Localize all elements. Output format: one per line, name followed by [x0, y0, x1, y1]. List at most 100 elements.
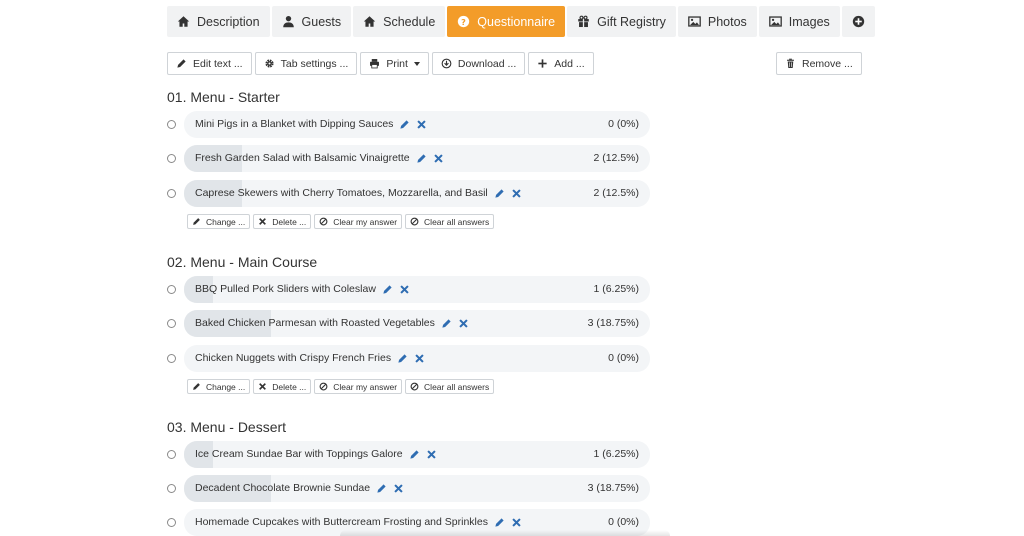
- answer-count: 1 (6.25%): [593, 448, 639, 460]
- clear-all-answers-button[interactable]: Clear all answers: [405, 379, 495, 394]
- plus-icon: [537, 58, 548, 69]
- answer-count: 2 (12.5%): [593, 152, 639, 164]
- gear-icon: [264, 58, 275, 69]
- add-button[interactable]: Add ...: [528, 52, 594, 75]
- close-icon: [258, 217, 267, 226]
- question-actions: Change ... Delete ... Clear my answer Cl…: [187, 379, 497, 394]
- delete-x-icon[interactable]: [414, 353, 425, 364]
- answer-radio[interactable]: [167, 285, 176, 294]
- chevron-down-icon: [413, 61, 420, 66]
- trash-icon: [785, 58, 796, 69]
- download-button[interactable]: Download ...: [431, 52, 526, 75]
- ban-icon: [410, 217, 419, 226]
- clear-all-answers-button[interactable]: Clear all answers: [405, 214, 495, 229]
- button-label: Add ...: [554, 57, 585, 70]
- answer-option-bar[interactable]: Baked Chicken Parmesan with Roasted Vege…: [184, 310, 650, 337]
- tab-questionnaire[interactable]: ? Questionnaire: [447, 6, 566, 37]
- answer-label: Mini Pigs in a Blanket with Dipping Sauc…: [195, 118, 394, 130]
- answer-option-bar[interactable]: Mini Pigs in a Blanket with Dipping Sauc…: [184, 111, 650, 138]
- button-label: Delete ...: [272, 381, 307, 392]
- edit-pencil-icon[interactable]: [494, 517, 505, 528]
- tab-label: Photos: [707, 14, 747, 29]
- delete-x-icon[interactable]: [416, 119, 427, 130]
- button-label: Clear my answer: [333, 216, 398, 227]
- tab-add[interactable]: [841, 6, 875, 37]
- answer-option-bar[interactable]: Caprese Skewers with Cherry Tomatoes, Mo…: [184, 180, 650, 207]
- pencil-icon: [192, 382, 201, 391]
- delete-x-icon[interactable]: [511, 188, 522, 199]
- answer-label: Ice Cream Sundae Bar with Toppings Galor…: [195, 448, 403, 460]
- edit-pencil-icon[interactable]: [382, 284, 393, 295]
- answer-count: 0 (0%): [608, 352, 639, 364]
- button-label: Tab settings ...: [280, 57, 349, 70]
- button-label: Remove ...: [802, 57, 853, 70]
- clear-my-answer-button[interactable]: Clear my answer: [314, 214, 403, 229]
- question-title: 02. Menu - Main Course: [167, 254, 318, 270]
- answer-radio[interactable]: [167, 189, 176, 198]
- button-label: Print: [386, 57, 408, 70]
- clear-my-answer-button[interactable]: Clear my answer: [314, 379, 403, 394]
- print-button[interactable]: Print: [360, 52, 429, 75]
- delete-button[interactable]: Delete ...: [253, 214, 312, 229]
- delete-x-icon[interactable]: [511, 517, 522, 528]
- answer-radio[interactable]: [167, 450, 176, 459]
- question-title: 03. Menu - Dessert: [167, 419, 287, 435]
- answer-radio[interactable]: [167, 120, 176, 129]
- tab-settings-button[interactable]: Tab settings ...: [254, 52, 358, 75]
- answer-label: Baked Chicken Parmesan with Roasted Vege…: [195, 317, 435, 329]
- edit-pencil-icon[interactable]: [397, 353, 408, 364]
- user-icon: [282, 15, 295, 28]
- home-icon: [363, 15, 376, 28]
- pencil-icon: [192, 217, 201, 226]
- change-button[interactable]: Change ...: [187, 379, 251, 394]
- delete-x-icon[interactable]: [426, 449, 437, 460]
- remove-button[interactable]: Remove ...: [776, 52, 862, 75]
- edit-pencil-icon[interactable]: [441, 318, 452, 329]
- tab-images[interactable]: Images: [758, 6, 840, 37]
- button-label: Clear all answers: [424, 381, 490, 392]
- delete-x-icon[interactable]: [393, 483, 404, 494]
- delete-x-icon[interactable]: [433, 153, 444, 164]
- edit-pencil-icon[interactable]: [376, 483, 387, 494]
- question-title: 01. Menu - Starter: [167, 89, 280, 105]
- home-icon: [177, 15, 190, 28]
- printer-icon: [369, 58, 380, 69]
- edit-pencil-icon[interactable]: [416, 153, 427, 164]
- tab-label: Guests: [301, 14, 342, 29]
- delete-x-icon[interactable]: [458, 318, 469, 329]
- answer-count: 2 (12.5%): [593, 187, 639, 199]
- answer-label: Fresh Garden Salad with Balsamic Vinaigr…: [195, 152, 410, 164]
- answer-radio[interactable]: [167, 319, 176, 328]
- answer-option-bar[interactable]: Decadent Chocolate Brownie Sundae 3 (18.…: [184, 475, 650, 502]
- answer-option-bar[interactable]: Ice Cream Sundae Bar with Toppings Galor…: [184, 441, 650, 468]
- answer-radio[interactable]: [167, 154, 176, 163]
- question-section: 03. Menu - Dessert Ice Cream Sundae Bar …: [167, 418, 667, 536]
- button-label: Delete ...: [272, 216, 307, 227]
- answer-radio[interactable]: [167, 518, 176, 527]
- close-icon: [258, 382, 267, 391]
- answer-radio[interactable]: [167, 484, 176, 493]
- delete-x-icon[interactable]: [399, 284, 410, 295]
- tab-label: Images: [788, 14, 830, 29]
- answer-option-bar[interactable]: BBQ Pulled Pork Sliders with Coleslaw 1 …: [184, 276, 650, 303]
- tab-photos[interactable]: Photos: [677, 6, 757, 37]
- edit-pencil-icon[interactable]: [494, 188, 505, 199]
- image-icon: [688, 15, 701, 28]
- change-button[interactable]: Change ...: [187, 214, 251, 229]
- button-label: Clear all answers: [424, 216, 490, 227]
- ban-icon: [319, 382, 328, 391]
- tab-guests[interactable]: Guests: [271, 6, 352, 37]
- tab-description[interactable]: Description: [167, 6, 270, 37]
- answer-option: Mini Pigs in a Blanket with Dipping Sauc…: [167, 111, 650, 138]
- edit-pencil-icon[interactable]: [399, 119, 410, 130]
- question-circle-icon: ?: [457, 15, 470, 28]
- tab-schedule[interactable]: Schedule: [353, 6, 446, 37]
- edit-text-button[interactable]: Edit text ...: [167, 52, 252, 75]
- answer-radio[interactable]: [167, 354, 176, 363]
- delete-button[interactable]: Delete ...: [253, 379, 312, 394]
- pencil-icon: [176, 58, 187, 69]
- answer-option-bar[interactable]: Fresh Garden Salad with Balsamic Vinaigr…: [184, 145, 650, 172]
- answer-option-bar[interactable]: Chicken Nuggets with Crispy French Fries…: [184, 345, 650, 372]
- edit-pencil-icon[interactable]: [409, 449, 420, 460]
- tab-gift-registry[interactable]: Gift Registry: [567, 6, 676, 37]
